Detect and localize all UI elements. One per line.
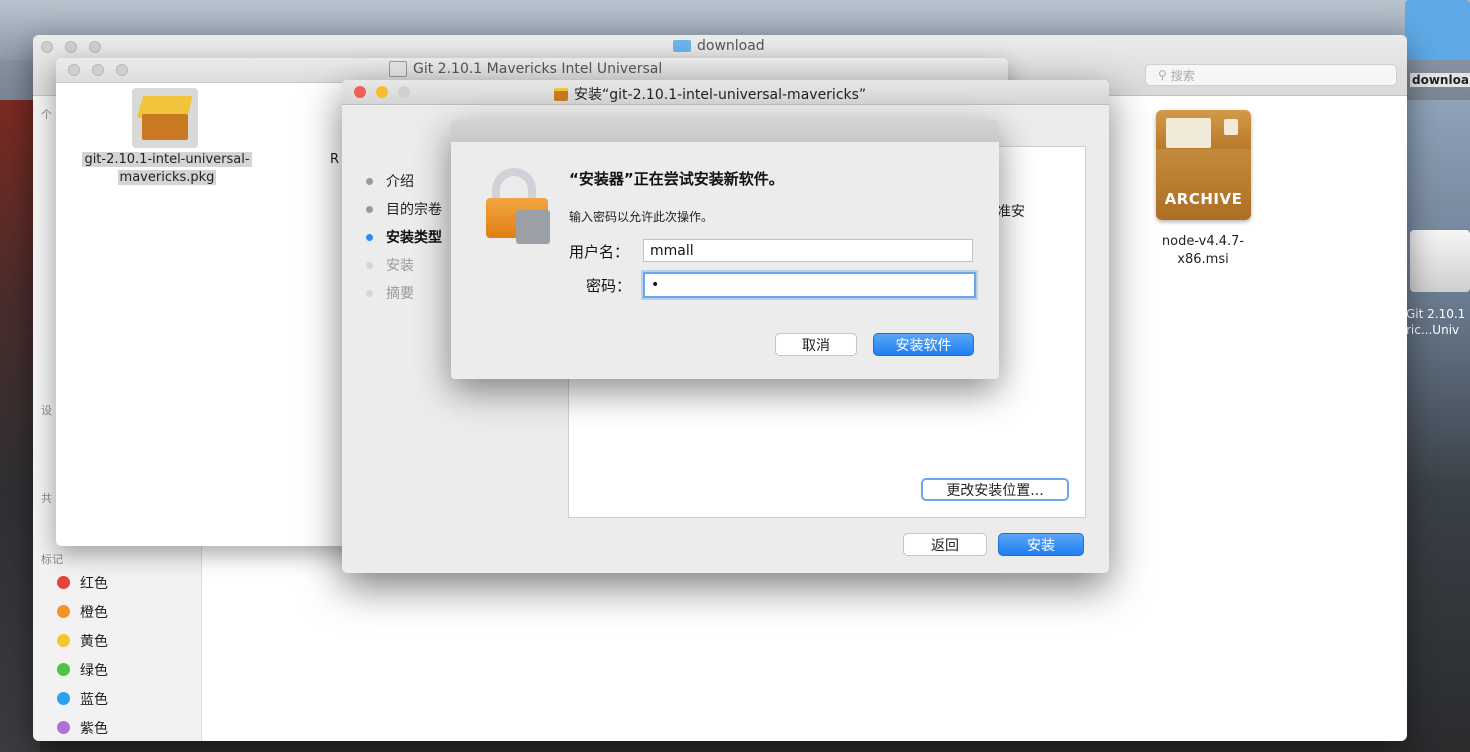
sidebar-tag-green[interactable]: 绿色 <box>57 655 108 684</box>
installer-minimize-button[interactable] <box>376 86 388 98</box>
folder-icon <box>673 40 691 52</box>
lock-icon <box>486 168 550 244</box>
install-button[interactable]: 安装 <box>998 533 1084 556</box>
sidebar-heading-shared: 共 <box>41 492 52 505</box>
step-install: 安装 <box>366 251 442 279</box>
back-button[interactable]: 返回 <box>903 533 987 556</box>
tag-dot-icon <box>57 721 70 734</box>
installer-title: 安装“git-2.10.1-intel-universal-mavericks” <box>554 84 866 104</box>
sidebar-tag-red[interactable]: 红色 <box>57 568 108 597</box>
package-box-body <box>142 114 188 140</box>
cancel-button[interactable]: 取消 <box>775 333 857 356</box>
finder-close-button[interactable] <box>41 41 53 53</box>
sidebar-heading-devices: 设 <box>41 404 52 417</box>
tag-label: 紫色 <box>80 720 108 737</box>
tag-label: 橙色 <box>80 604 108 621</box>
step-label: 摘要 <box>386 286 414 302</box>
archive-icon[interactable]: ARCHIVE <box>1156 110 1251 220</box>
step-destination: 目的宗卷 <box>366 195 442 223</box>
archive-stamp <box>1166 118 1211 148</box>
git-window-minimize-button[interactable] <box>92 64 104 76</box>
auth-sheet-header <box>451 120 999 142</box>
desktop-folder-icon[interactable] <box>1405 0 1470 60</box>
finder-zoom-button[interactable] <box>89 41 101 53</box>
installer-steps: 介绍 目的宗卷 安装类型 安装 摘要 <box>366 167 442 307</box>
step-label: 安装类型 <box>386 230 442 246</box>
installer-zoom-button[interactable] <box>398 86 410 98</box>
git-window-partial-text: R <box>330 152 340 167</box>
desktop-volume-line1: Git 2.10.1 <box>1406 307 1466 321</box>
archive-tag <box>1224 119 1238 135</box>
sidebar-tag-yellow[interactable]: 黄色 <box>57 626 108 655</box>
search-icon: ⚲ <box>1158 68 1167 82</box>
password-field[interactable]: • <box>643 272 976 298</box>
step-intro: 介绍 <box>366 167 442 195</box>
archive-icon-label: ARCHIVE <box>1164 190 1243 208</box>
sidebar-heading-favorites: 个 <box>41 108 52 121</box>
finder-minimize-button[interactable] <box>65 41 77 53</box>
desktop-wallpaper-right <box>1405 100 1470 752</box>
step-summary: 摘要 <box>366 279 442 307</box>
file-name-line2: x86.msi <box>1177 252 1229 267</box>
lock-user-badge <box>516 210 550 244</box>
disk-icon <box>389 61 407 77</box>
search-input[interactable]: ⚲ 搜索 <box>1145 64 1397 86</box>
auth-heading: “安装器”正在尝试安装新软件。 <box>569 170 784 188</box>
git-window-title: Git 2.10.1 Mavericks Intel Universal <box>389 61 662 77</box>
file-name-line1: node-v4.4.7- <box>1161 234 1245 249</box>
sidebar-tag-orange[interactable]: 橙色 <box>57 597 108 626</box>
username-field[interactable]: mmall <box>643 239 973 262</box>
step-dot-icon <box>366 205 373 213</box>
git-window-title-text: Git 2.10.1 Mavericks Intel Universal <box>413 61 663 77</box>
password-label: 密码： <box>586 277 632 295</box>
pane-partial-text: 准安 <box>997 204 1025 220</box>
step-dot-icon <box>366 261 373 269</box>
finder-title: download <box>673 38 765 54</box>
tag-dot-icon <box>57 576 70 589</box>
tag-dot-icon <box>57 663 70 676</box>
desktop-volume-line2: ric...Univ <box>1406 323 1460 337</box>
desktop-volume-label: Git 2.10.1 ric...Univ <box>1406 306 1465 338</box>
sidebar-tag-purple[interactable]: 紫色 <box>57 713 108 741</box>
username-label: 用户名： <box>569 243 630 261</box>
installer-close-button[interactable] <box>354 86 366 98</box>
search-placeholder: 搜索 <box>1170 68 1195 83</box>
git-window-zoom-button[interactable] <box>116 64 128 76</box>
installer-package-icon <box>554 87 568 101</box>
installer-title-text: 安装“git-2.10.1-intel-universal-mavericks” <box>574 87 867 103</box>
tag-label: 蓝色 <box>80 691 108 708</box>
install-software-button[interactable]: 安装软件 <box>873 333 974 356</box>
desktop-folder-label: downloa <box>1410 73 1470 87</box>
step-label: 目的宗卷 <box>386 202 442 218</box>
package-file-name-line1: git-2.10.1-intel-universal- <box>82 152 252 167</box>
sidebar-heading-tags: 标记 <box>41 553 63 566</box>
step-dot-icon <box>366 233 373 241</box>
lock-body <box>486 198 550 244</box>
step-dot-icon <box>366 289 373 297</box>
sidebar-tag-list: 红色 橙色 黄色 绿色 蓝色 紫色 <box>57 568 108 741</box>
tag-label: 绿色 <box>80 662 108 679</box>
package-icon[interactable] <box>132 88 198 148</box>
auth-subtext: 输入密码以允许此次操作。 <box>569 210 714 224</box>
step-label: 安装 <box>386 258 414 274</box>
finder-title-text: download <box>697 38 765 54</box>
package-file-name-line2: mavericks.pkg <box>117 170 217 185</box>
step-install-type: 安装类型 <box>366 223 442 251</box>
tag-dot-icon <box>57 692 70 705</box>
git-window-close-button[interactable] <box>68 64 80 76</box>
file-name-node-msi[interactable]: node-v4.4.7- x86.msi <box>1143 233 1263 269</box>
auth-sheet: “安装器”正在尝试安装新软件。 输入密码以允许此次操作。 用户名： mmall … <box>451 120 999 379</box>
tag-dot-icon <box>57 634 70 647</box>
tag-label: 黄色 <box>80 633 108 650</box>
step-dot-icon <box>366 177 373 185</box>
change-location-button[interactable]: 更改安装位置... <box>921 478 1069 501</box>
tag-label: 红色 <box>80 575 108 592</box>
step-label: 介绍 <box>386 174 414 190</box>
package-file-name[interactable]: git-2.10.1-intel-universal- mavericks.pk… <box>72 151 262 187</box>
sidebar-tag-blue[interactable]: 蓝色 <box>57 684 108 713</box>
tag-dot-icon <box>57 605 70 618</box>
desktop-volume-icon[interactable] <box>1410 230 1470 292</box>
